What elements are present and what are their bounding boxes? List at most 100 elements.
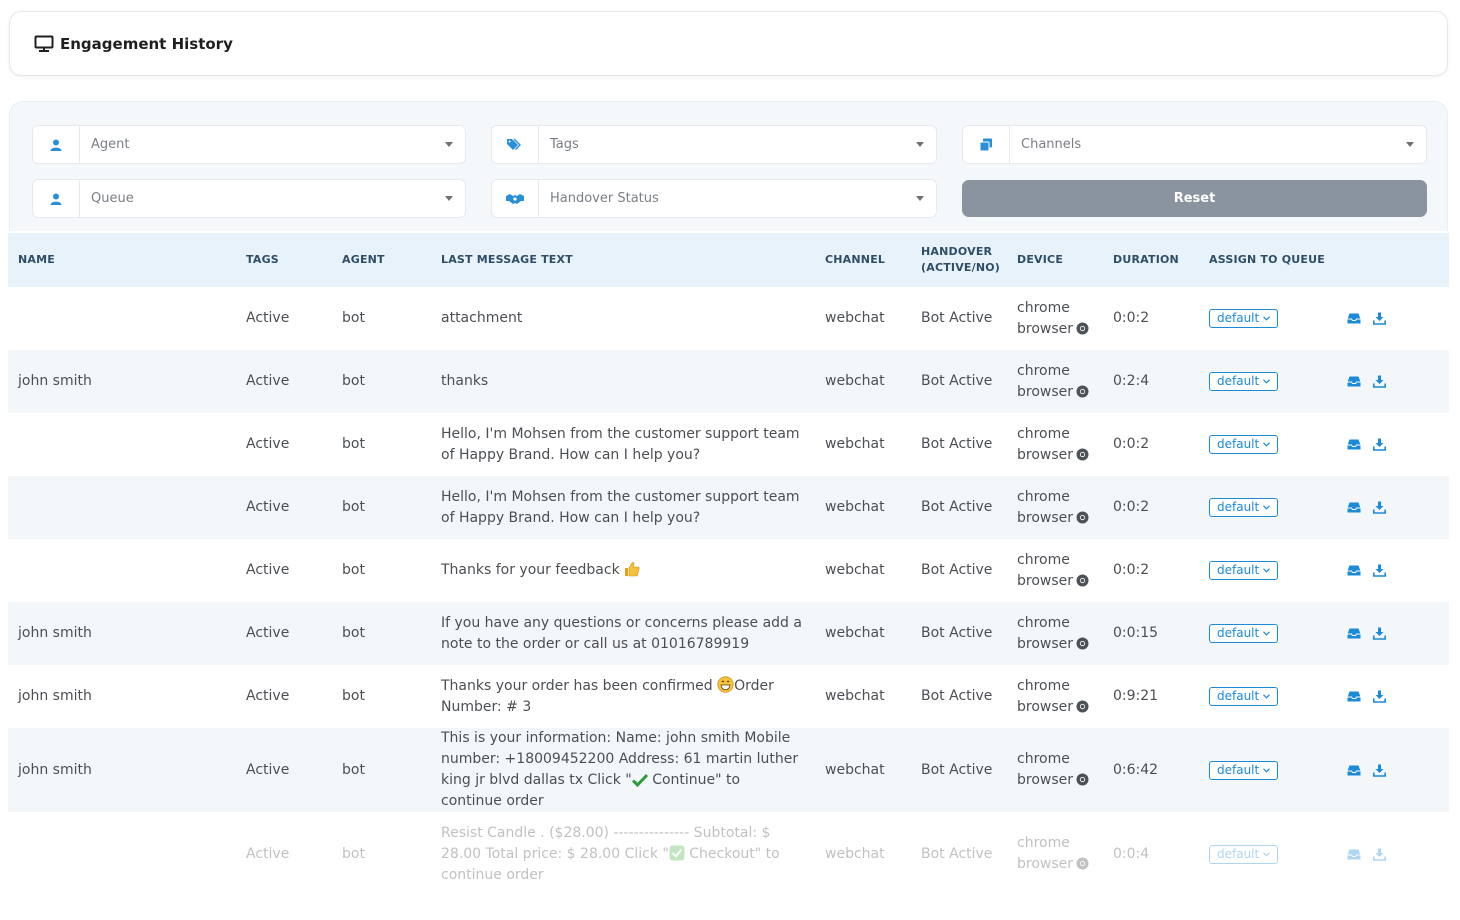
page-title: Engagement History bbox=[60, 34, 233, 53]
column-header-name[interactable]: NAME bbox=[8, 252, 236, 268]
download-icon[interactable] bbox=[1373, 312, 1386, 325]
handover-status-filter[interactable]: Handover Status bbox=[491, 179, 937, 218]
channels-filter[interactable]: Channels bbox=[962, 125, 1427, 164]
chevron-down-icon bbox=[1406, 142, 1414, 147]
last-message-text: If you have any questions or concerns pl… bbox=[441, 614, 802, 652]
table-header: NAME TAGS AGENT LAST MESSAGE TEXT CHANNE… bbox=[8, 233, 1449, 287]
table-row[interactable]: Active bot Thanks for your feedback webc… bbox=[8, 539, 1449, 602]
check-mark-emoji-icon bbox=[631, 773, 648, 787]
table-row[interactable]: Active bot Hello, I'm Mohsen from the cu… bbox=[8, 413, 1449, 476]
agent-value: bot bbox=[342, 845, 365, 862]
duration-value: 0:0:2 bbox=[1113, 310, 1150, 326]
device-value: chrome browser bbox=[1007, 424, 1103, 466]
assign-queue-dropdown[interactable]: default bbox=[1209, 435, 1279, 454]
table-row[interactable]: Active bot Hello, I'm Mohsen from the cu… bbox=[8, 476, 1449, 539]
handover-value: Bot Active bbox=[921, 499, 993, 515]
handover-value: Bot Active bbox=[921, 373, 993, 389]
chrome-icon bbox=[1076, 511, 1089, 523]
download-icon[interactable] bbox=[1373, 438, 1386, 451]
device-value: chrome browser bbox=[1007, 298, 1103, 340]
reset-button[interactable]: Reset bbox=[962, 180, 1427, 217]
assign-queue-dropdown[interactable]: default bbox=[1209, 372, 1279, 391]
inbox-icon[interactable] bbox=[1347, 502, 1361, 513]
table-row[interactable]: Active bot Resist Candle . ($28.00) ----… bbox=[8, 812, 1449, 896]
assign-queue-dropdown[interactable]: default bbox=[1209, 844, 1279, 864]
tag-value: Active bbox=[246, 373, 290, 389]
inbox-icon[interactable] bbox=[1347, 565, 1361, 576]
column-header-last-message[interactable]: LAST MESSAGE TEXT bbox=[431, 252, 815, 268]
download-icon[interactable] bbox=[1373, 848, 1386, 861]
table-row[interactable]: john smith Active bot Thanks your order … bbox=[8, 665, 1449, 728]
channel-value: webchat bbox=[825, 688, 885, 704]
download-icon[interactable] bbox=[1373, 764, 1386, 777]
chevron-down-icon bbox=[1263, 505, 1271, 510]
filter-panel: Agent Tags Channels Queue Handover Statu… bbox=[9, 101, 1448, 231]
inbox-icon[interactable] bbox=[1347, 691, 1361, 702]
column-header-device[interactable]: DEVICE bbox=[1007, 252, 1103, 268]
agent-filter-label: Agent bbox=[91, 137, 130, 152]
duration-value: 0:6:42 bbox=[1113, 761, 1159, 778]
inbox-icon[interactable] bbox=[1347, 376, 1361, 387]
inbox-icon[interactable] bbox=[1347, 849, 1361, 860]
agent-value: bot bbox=[342, 625, 365, 641]
monitor-icon bbox=[34, 35, 54, 52]
contact-name: john smith bbox=[18, 761, 92, 778]
channel-value: webchat bbox=[825, 310, 885, 326]
last-message-text: Thanks your order has been confirmed Ord… bbox=[441, 675, 774, 715]
download-icon[interactable] bbox=[1373, 375, 1386, 388]
table-row[interactable]: john smith Active bot This is your infor… bbox=[8, 728, 1449, 812]
chrome-icon bbox=[1076, 857, 1089, 870]
download-icon[interactable] bbox=[1373, 627, 1386, 640]
inbox-icon[interactable] bbox=[1347, 439, 1361, 450]
last-message-text: Thanks for your feedback bbox=[431, 560, 815, 581]
agent-value: bot bbox=[342, 436, 365, 452]
inbox-icon[interactable] bbox=[1347, 628, 1361, 639]
column-header-agent[interactable]: AGENT bbox=[332, 252, 431, 268]
last-message-text: attachment bbox=[441, 310, 523, 326]
agent-value: bot bbox=[342, 310, 365, 326]
table-row[interactable]: john smith Active bot If you have any qu… bbox=[8, 602, 1449, 665]
tag-value: Active bbox=[246, 688, 290, 704]
duration-value: 0:0:15 bbox=[1113, 625, 1159, 641]
tag-value: Active bbox=[246, 845, 290, 862]
download-icon[interactable] bbox=[1373, 501, 1386, 514]
last-message-text: Resist Candle . ($28.00) ---------------… bbox=[441, 824, 780, 883]
column-header-handover[interactable]: HANDOVER (ACTIVE/NO) bbox=[911, 244, 1007, 276]
table-row[interactable]: john smith Active bot thanks webchat Bot… bbox=[8, 350, 1449, 413]
device-value: chrome browser bbox=[1007, 749, 1103, 791]
column-header-channel[interactable]: CHANNEL bbox=[815, 252, 911, 268]
handover-value: Bot Active bbox=[921, 310, 993, 326]
assign-queue-dropdown[interactable]: default bbox=[1209, 498, 1279, 517]
assign-queue-dropdown[interactable]: default bbox=[1209, 561, 1279, 580]
tags-filter[interactable]: Tags bbox=[491, 125, 937, 164]
agent-filter[interactable]: Agent bbox=[32, 125, 466, 164]
inbox-icon[interactable] bbox=[1347, 765, 1361, 776]
chrome-icon bbox=[1076, 385, 1089, 397]
handover-value: Bot Active bbox=[921, 688, 993, 704]
download-icon[interactable] bbox=[1373, 690, 1386, 703]
device-value: chrome browser bbox=[1007, 676, 1103, 718]
table-row[interactable]: Active bot attachment webchat Bot Active… bbox=[8, 287, 1449, 350]
channel-value: webchat bbox=[825, 499, 885, 515]
channel-value: webchat bbox=[825, 436, 885, 452]
tag-value: Active bbox=[246, 562, 290, 578]
handover-value: Bot Active bbox=[921, 625, 993, 641]
column-header-duration[interactable]: DURATION bbox=[1103, 252, 1199, 268]
inbox-icon[interactable] bbox=[1347, 313, 1361, 324]
assign-queue-dropdown[interactable]: default bbox=[1209, 687, 1279, 706]
column-header-assign-queue[interactable]: ASSIGN TO QUEUE bbox=[1199, 252, 1335, 268]
column-header-tags[interactable]: TAGS bbox=[236, 252, 332, 268]
assign-queue-dropdown[interactable]: default bbox=[1209, 760, 1279, 780]
assign-queue-dropdown[interactable]: default bbox=[1209, 309, 1279, 328]
download-icon[interactable] bbox=[1373, 564, 1386, 577]
chevron-down-icon bbox=[916, 142, 924, 147]
device-value: chrome browser bbox=[1007, 613, 1103, 655]
queue-filter[interactable]: Queue bbox=[32, 179, 466, 218]
engagement-table: NAME TAGS AGENT LAST MESSAGE TEXT CHANNE… bbox=[8, 233, 1449, 896]
chevron-down-icon bbox=[1263, 694, 1271, 699]
table-body: Active bot attachment webchat Bot Active… bbox=[8, 287, 1449, 896]
assign-queue-dropdown[interactable]: default bbox=[1209, 624, 1279, 643]
contact-name: john smith bbox=[18, 688, 92, 704]
duration-value: 0:0:2 bbox=[1113, 436, 1150, 452]
channel-value: webchat bbox=[825, 373, 885, 389]
